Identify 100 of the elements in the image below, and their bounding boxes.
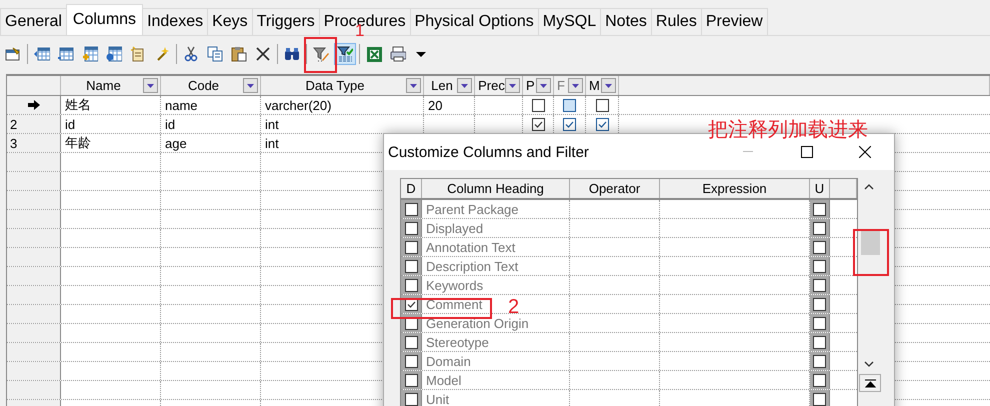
annotation-text: 把注释列加载进来	[708, 116, 868, 143]
checkbox[interactable]	[813, 336, 826, 348]
step-number: 2	[508, 297, 520, 317]
chevron-up-icon[interactable]	[864, 184, 874, 190]
column-header: U	[814, 181, 824, 196]
checkbox[interactable]	[813, 260, 826, 272]
table-cell: id	[165, 116, 176, 132]
printer-icon	[390, 46, 406, 62]
checkbox[interactable]	[404, 222, 418, 234]
checkbox[interactable]	[813, 240, 826, 254]
checkbox[interactable]	[404, 202, 418, 216]
column-header[interactable]: Data Type	[264, 78, 406, 93]
checkbox[interactable]	[532, 98, 544, 112]
checkbox[interactable]	[813, 298, 826, 310]
checkbox[interactable]	[404, 354, 418, 368]
column-header[interactable]: Name	[64, 78, 143, 93]
checkbox[interactable]	[813, 354, 826, 368]
table-cell: age	[165, 136, 187, 150]
table-cell: varcher(20)	[265, 98, 332, 112]
checkbox[interactable]	[813, 374, 826, 386]
column-filter-button[interactable]	[568, 78, 583, 93]
column-filter-button[interactable]	[601, 78, 616, 93]
table-cell: int	[265, 136, 279, 150]
insert-row-icon	[34, 46, 50, 62]
checkbox[interactable]	[404, 278, 418, 292]
checkbox[interactable]	[404, 260, 418, 272]
table-cell: 年龄	[65, 134, 91, 152]
caret-icon	[509, 84, 516, 88]
scroll-thumb[interactable]	[861, 229, 880, 255]
add-columns-icon	[82, 46, 98, 62]
checkbox[interactable]	[813, 392, 826, 406]
window-title: Customize Columns and Filter	[388, 144, 590, 160]
to-top-icon	[864, 378, 876, 388]
column-filter-button[interactable]	[406, 78, 421, 93]
highlight-box	[304, 37, 337, 73]
column-name: Parent Package	[426, 202, 519, 216]
column-name: Comment	[426, 296, 482, 312]
column-filter-button[interactable]	[143, 78, 158, 93]
column-header[interactable]: Code	[164, 78, 243, 93]
toolbar-button[interactable]	[334, 43, 356, 65]
column-filter-button[interactable]	[536, 78, 551, 93]
checkbox[interactable]	[563, 98, 576, 112]
caret-icon	[247, 84, 254, 88]
column-name: Domain	[426, 354, 471, 368]
column-header: Operator	[588, 181, 640, 196]
checkbox[interactable]	[813, 316, 826, 330]
checkbox[interactable]	[404, 392, 418, 406]
column-header: Column Heading	[447, 181, 544, 196]
chevron-down-icon[interactable]	[864, 361, 874, 367]
checkbox[interactable]	[404, 374, 418, 386]
properties-icon	[5, 46, 21, 62]
checkbox[interactable]	[404, 240, 418, 254]
spreadsheet-icon	[366, 46, 382, 62]
caret-icon	[410, 84, 417, 88]
column-name: Displayed	[426, 220, 484, 236]
checkbox[interactable]	[813, 278, 826, 292]
column-name: Annotation Text	[426, 240, 516, 254]
copy-icon	[207, 46, 223, 62]
checkbox[interactable]	[813, 202, 826, 216]
checkbox[interactable]	[596, 98, 608, 112]
column-name: Unit	[426, 392, 450, 406]
caret-icon	[572, 84, 579, 88]
tab[interactable]: General	[0, 8, 67, 35]
paste-icon	[231, 46, 247, 62]
checkbox[interactable]	[404, 336, 418, 348]
column-name: Description Text	[426, 258, 518, 274]
maximize-icon[interactable]	[801, 146, 813, 158]
scroll-top-button[interactable]	[859, 374, 881, 392]
column-header: Expression	[702, 181, 767, 196]
sheet-icon	[130, 46, 146, 62]
caret-icon	[461, 84, 468, 88]
row-header[interactable]	[7, 96, 61, 114]
table-cell: 20	[428, 98, 442, 112]
table-cell: int	[265, 116, 279, 132]
column-name: Model	[426, 372, 462, 388]
caret-icon	[605, 84, 612, 88]
column-filter-button[interactable]	[457, 78, 472, 93]
checkbox[interactable]	[532, 118, 544, 130]
table-icon	[106, 46, 122, 62]
checkbox[interactable]	[563, 118, 576, 130]
delete-icon	[255, 46, 271, 62]
caret-icon	[147, 84, 154, 88]
column-name: Generation Origin	[426, 316, 529, 330]
current-row-icon	[28, 100, 40, 110]
column-header: D	[406, 181, 416, 196]
tab[interactable]: Preview	[700, 8, 768, 35]
row-header[interactable]: 3	[7, 134, 61, 152]
column-name: Keywords	[426, 278, 484, 292]
caret-icon	[540, 84, 547, 88]
tab[interactable]: Columns	[66, 4, 144, 35]
cut-icon	[183, 46, 199, 62]
close-icon[interactable]	[859, 146, 871, 158]
row-header[interactable]: 2	[7, 115, 61, 133]
column-filter-button[interactable]	[243, 78, 258, 93]
filter-check-icon	[337, 46, 353, 62]
checkbox[interactable]	[596, 118, 608, 130]
checkbox[interactable]	[813, 222, 826, 234]
column-filter-button[interactable]	[505, 78, 520, 93]
filter-edit-icon	[313, 46, 329, 62]
column-name: Stereotype	[426, 334, 489, 350]
